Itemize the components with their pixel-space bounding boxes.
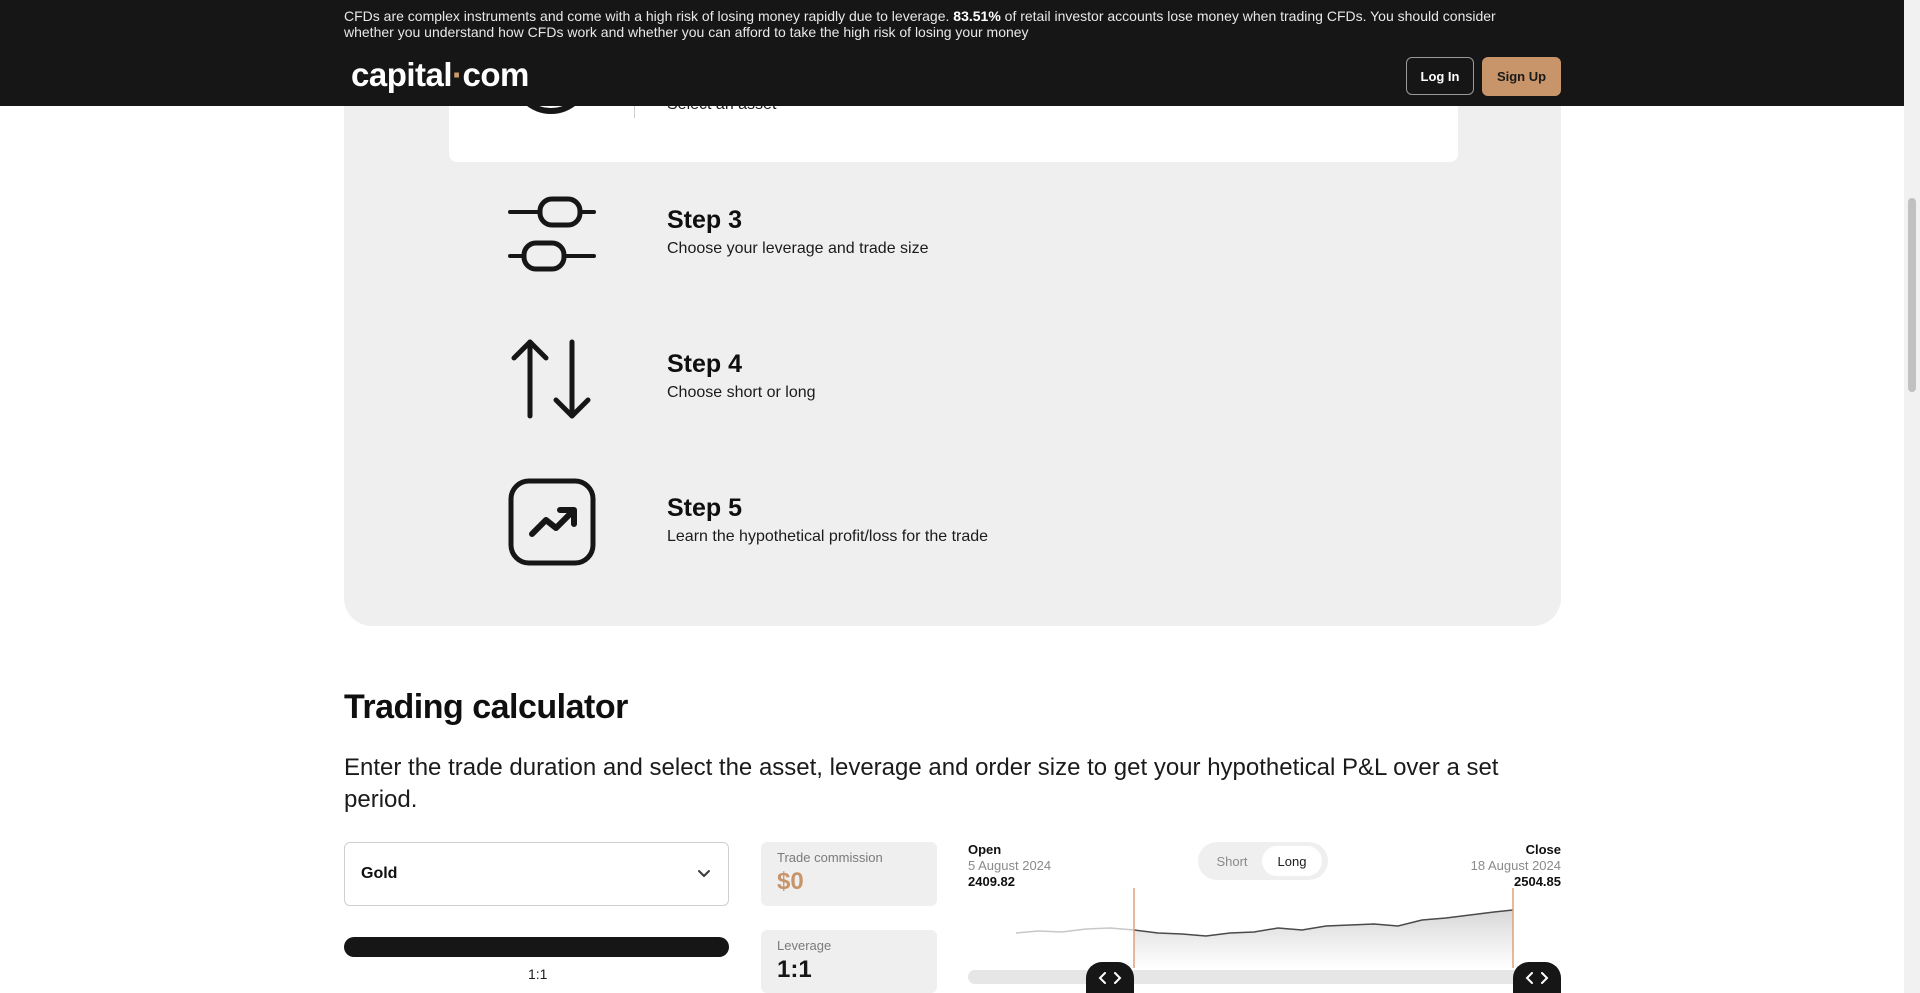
direction-toggle[interactable]: Short Long: [1198, 842, 1328, 880]
close-price: 2504.85: [1514, 874, 1561, 889]
asset-select[interactable]: Gold: [344, 842, 729, 906]
leverage-value: 1:1: [777, 956, 812, 983]
long-option[interactable]: Long: [1262, 846, 1322, 876]
chart-fill-area: [1134, 910, 1513, 968]
trade-commission-label: Trade commission: [777, 850, 883, 865]
chevron-right-icon: [1114, 971, 1122, 984]
sliders-icon: [508, 196, 596, 272]
step-5-desc: Learn the hypothetical profit/loss for t…: [667, 528, 989, 545]
open-date-handle[interactable]: [1086, 962, 1134, 993]
asset-select-value: Gold: [361, 865, 398, 882]
step-3-desc: Choose your leverage and trade size: [667, 240, 929, 257]
chevron-left-icon: [1098, 971, 1106, 984]
chevron-right-icon: [1541, 971, 1549, 984]
risk-percent: 83.51%: [953, 8, 1001, 24]
logo[interactable]: capital·com: [351, 56, 529, 94]
close-date: 18 August 2024: [1470, 858, 1561, 873]
leverage-slider[interactable]: [344, 937, 729, 957]
open-price: 2409.82: [968, 874, 1015, 889]
price-chart-area: Open 5 August 2024 2409.82 Close 18 Augu…: [968, 840, 1561, 993]
calculator-intro: Enter the trade duration and select the …: [344, 754, 1499, 813]
logo-text-right: com: [462, 56, 530, 93]
scrollbar-thumb[interactable]: [1908, 198, 1916, 392]
calculator-title: Trading calculator: [344, 688, 628, 726]
close-label: Close: [1525, 842, 1561, 857]
chevron-down-icon: [698, 870, 710, 877]
price-sparkline: [1015, 888, 1514, 968]
trade-commission-box: Trade commission $0: [761, 842, 937, 906]
login-button[interactable]: Log In: [1406, 57, 1474, 95]
signup-button[interactable]: Sign Up: [1482, 57, 1561, 96]
logo-text-left: capital: [351, 56, 453, 93]
trend-up-icon: [508, 478, 596, 566]
leverage-label: Leverage: [777, 938, 832, 953]
step-3-title: Step 3: [667, 206, 743, 234]
open-label: Open: [968, 842, 1002, 857]
step-5-title: Step 5: [667, 494, 743, 522]
logo-dot: ·: [452, 56, 463, 93]
short-option[interactable]: Short: [1206, 846, 1258, 876]
trade-commission-value: $0: [777, 868, 804, 895]
chart-line-pre: [1015, 927, 1135, 934]
date-range-track[interactable]: [968, 970, 1558, 984]
leverage-box: Leverage 1:1: [761, 930, 937, 993]
close-date-handle[interactable]: [1513, 962, 1561, 993]
step-4-desc: Choose short or long: [667, 384, 816, 401]
site-header: CFDs are complex instruments and come wi…: [0, 0, 1904, 106]
leverage-slider-caption: 1:1: [528, 966, 548, 982]
open-date: 5 August 2024: [968, 858, 1052, 873]
risk-text-prefix: CFDs are complex instruments and come wi…: [344, 8, 950, 24]
risk-warning: CFDs are complex instruments and come wi…: [344, 8, 1524, 40]
step-4-title: Step 4: [667, 350, 743, 378]
page-scrollbar[interactable]: [1904, 0, 1920, 993]
up-down-arrows-icon: [511, 339, 591, 419]
chevron-left-icon: [1525, 971, 1533, 984]
